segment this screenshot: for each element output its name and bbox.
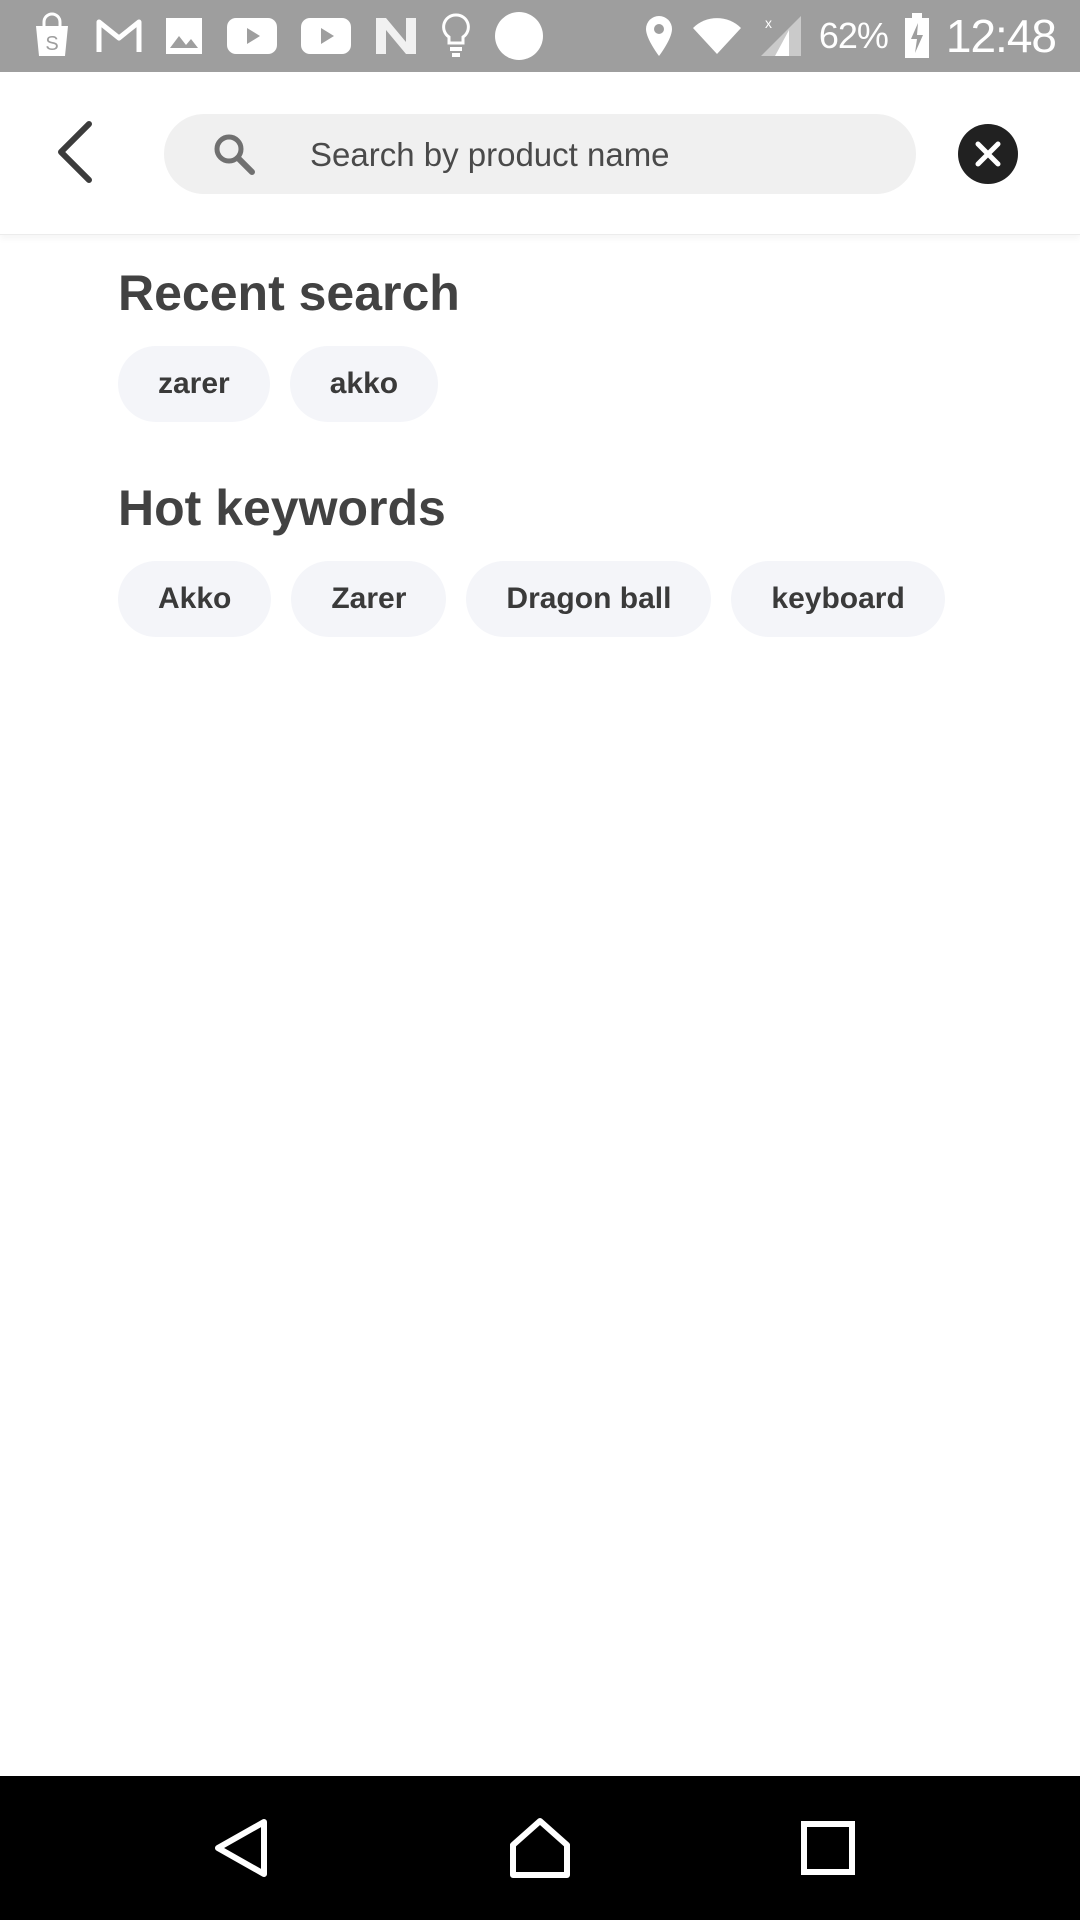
- hot-keywords-title: Hot keywords: [118, 480, 446, 536]
- svg-text:x: x: [765, 15, 772, 31]
- chevron-left-icon: [58, 121, 92, 183]
- svg-text:S: S: [45, 33, 58, 55]
- search-box[interactable]: [164, 114, 916, 194]
- hot-keyword-chip[interactable]: keyboard: [731, 561, 945, 637]
- nav-home-button[interactable]: [504, 1812, 576, 1884]
- home-icon: [510, 1818, 570, 1878]
- status-bar: S x 62% 12:48: [0, 0, 1080, 72]
- youtube-icon: [300, 17, 352, 55]
- recent-search-chip[interactable]: zarer: [118, 346, 270, 422]
- hot-keywords-list: Akko Zarer Dragon ball keyboard: [118, 561, 945, 637]
- search-input[interactable]: [308, 126, 892, 184]
- back-button[interactable]: [40, 112, 110, 192]
- hot-keyword-chip[interactable]: Dragon ball: [466, 561, 712, 637]
- nav-recents-button[interactable]: [792, 1812, 864, 1884]
- location-icon: [643, 14, 675, 58]
- nav-back-button[interactable]: [206, 1812, 278, 1884]
- battery-percent: 62%: [818, 15, 889, 56]
- signal-icon: x: [759, 14, 803, 58]
- search-header: [0, 72, 1080, 235]
- youtube-icon: [226, 17, 278, 55]
- recent-search-title: Recent search: [118, 265, 460, 321]
- clear-search-button[interactable]: [958, 124, 1018, 184]
- n-app-icon: [374, 16, 418, 56]
- circle-icon: [494, 11, 544, 61]
- navigation-bar: [0, 1776, 1080, 1920]
- search-icon: [212, 132, 256, 176]
- recent-search-list: zarer akko: [118, 346, 439, 422]
- shopping-bag-icon: S: [30, 12, 74, 60]
- hot-keyword-chip[interactable]: Akko: [118, 561, 272, 637]
- recents-icon: [801, 1821, 855, 1875]
- close-icon: [975, 141, 1001, 167]
- recent-search-chip[interactable]: akko: [289, 346, 439, 422]
- clock: 12:48: [945, 10, 1057, 62]
- wifi-icon: [691, 16, 743, 56]
- lightbulb-icon: [440, 12, 472, 60]
- back-triangle-icon: [215, 1819, 267, 1877]
- image-icon: [164, 16, 204, 56]
- gmail-icon: [96, 18, 142, 54]
- battery-charging-icon: [904, 13, 930, 59]
- hot-keyword-chip[interactable]: Zarer: [291, 561, 447, 637]
